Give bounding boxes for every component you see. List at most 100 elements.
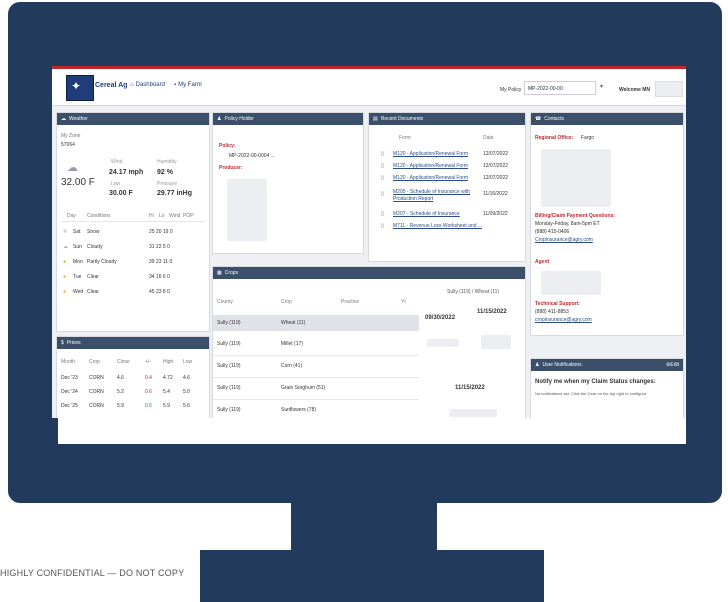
document-icon: ▯ — [381, 163, 384, 169]
document-link[interactable]: M120 - Application/Renewal Form — [393, 163, 468, 169]
prices-header-crop: Crop — [89, 359, 100, 365]
forecast-header-wind: Wind — [169, 213, 181, 219]
price-crop: CORN — [89, 389, 104, 395]
policy-holder-title: Policy Holder — [224, 116, 254, 122]
document-date: 12/07/2022 — [483, 175, 509, 181]
crop-county: Sully (119) — [217, 320, 241, 326]
redacted-value — [481, 335, 511, 349]
tech-support-email[interactable]: cropinsurance@agry.com — [535, 317, 592, 323]
phone-icon: ☎ — [535, 116, 542, 122]
policy-select[interactable]: MP-2022-00-00 — [524, 81, 596, 95]
edit-notifications-button[interactable]: ⚙Edit — [666, 359, 679, 371]
forecast-day: Tue — [73, 274, 82, 280]
grid-icon: ▦ — [217, 270, 222, 276]
cloud-icon: ☁ — [61, 116, 66, 122]
divider — [61, 221, 205, 222]
billing-email[interactable]: Cropinsurance@agry.com — [535, 237, 593, 243]
nav-my-farm[interactable]: ▪ My Farm — [174, 82, 202, 88]
cloud-icon: ☁ — [63, 244, 68, 250]
regional-office-label: Regional Office: — [535, 135, 574, 141]
divider — [213, 377, 419, 378]
forecast-header-pop: POP — [183, 213, 194, 219]
crops-detail-header: Sully (119) / Wheat (11) — [447, 289, 500, 295]
price-month: Dec '24 — [61, 389, 78, 395]
crop-row-selected[interactable] — [213, 315, 419, 331]
forecast-day: Sun — [73, 244, 82, 250]
crop-name[interactable]: Corn (41) — [281, 363, 302, 369]
price-change: 0.5 — [145, 403, 152, 409]
agent-label: Agent — [535, 259, 550, 265]
policy-value[interactable]: MP-2022-00-0004 ... — [229, 153, 275, 159]
crop-name[interactable]: Sunflowers (78) — [281, 407, 316, 413]
producer-label: Producer: — [219, 165, 243, 171]
prices-panel-header: $ Prices — [57, 337, 209, 349]
nav-dashboard[interactable]: ⌂ Dashboard — [130, 82, 165, 88]
zone-label: My Zone — [61, 133, 81, 139]
document-icon: ▯ — [381, 211, 384, 217]
notifications-body: No notifications set. Click the Gear on … — [535, 391, 648, 396]
forecast-condition: Cloudy — [87, 244, 103, 250]
prices-panel: $ Prices Month Crop Close +/- High Low De… — [56, 336, 210, 418]
billing-label: Billing/Claim Payment Questions: — [535, 213, 616, 219]
crops-header-county: County — [217, 299, 233, 305]
document-link[interactable]: M711 - Revenue Loss Worksheet and ... — [393, 223, 482, 229]
crop-name[interactable]: Grain Sorghum (51) — [281, 385, 325, 391]
crops-title: Crops — [224, 270, 239, 276]
crop-county[interactable]: Sully (119) — [217, 385, 241, 391]
sun-icon: ● — [63, 289, 67, 295]
user-menu[interactable] — [655, 81, 683, 97]
forecast-header-lo: Lo — [159, 213, 165, 219]
document-link[interactable]: M207 - Schedule of Insurance — [393, 211, 460, 217]
nav-my-farm-label: My Farm — [178, 82, 202, 88]
forecast-header-day: Day — [67, 213, 76, 219]
nav-dashboard-label: Dashboard — [135, 82, 165, 88]
policy-holder-header: ♟ Policy Holder — [213, 113, 363, 125]
logo[interactable]: ✦ — [66, 75, 94, 101]
billing-phone: (888) 415-0406 — [535, 229, 570, 235]
prices-header-close: Close — [117, 359, 130, 365]
forecast-day: Wed — [73, 289, 84, 295]
forecast-values: 45 23 8 0 — [149, 289, 170, 295]
document-link[interactable]: M205 - Schedule of Insurance with Produc… — [393, 189, 479, 203]
crop-name[interactable]: Millet (17) — [281, 341, 303, 347]
logo-icon: ✦ — [71, 79, 82, 93]
weather-panel-header: ☁ Weather — [57, 113, 209, 125]
monitor-neck — [291, 503, 437, 550]
chevron-down-icon[interactable]: ▾ — [600, 83, 603, 90]
document-link[interactable]: M120 - Application/Renewal Form — [393, 151, 468, 157]
document-icon: ▯ — [381, 191, 384, 197]
zone-value: 57064 — [61, 142, 75, 148]
screen-bottom-strip — [58, 418, 686, 444]
forecast-condition: Snow — [87, 229, 100, 235]
billing-hours: Monday-Friday, 8am-5pm ET — [535, 221, 600, 227]
crops-header-crop: Crop — [281, 299, 292, 305]
wind-value: 24.17 mph — [109, 169, 144, 176]
policy-holder-panel: ♟ Policy Holder Policy: MP-2022-00-0004 .… — [212, 112, 364, 254]
low-label: Low — [111, 181, 121, 187]
price-close: 5.2 — [117, 389, 124, 395]
document-link[interactable]: M120 - Application/Renewal Form — [393, 175, 468, 181]
forecast-condition: Partly Cloudy — [87, 259, 117, 265]
divider — [213, 399, 419, 400]
price-close: 5.9 — [117, 403, 124, 409]
weather-cloud-icon: ☁ — [67, 162, 78, 174]
divider — [213, 355, 419, 356]
price-crop: CORN — [89, 403, 104, 409]
document-icon: ▯ — [381, 223, 384, 229]
forecast-condition: Clear — [87, 289, 99, 295]
notifications-panel-header: ♟ User Notifications ⚙Edit — [531, 359, 683, 371]
policy-label: Policy: — [219, 143, 236, 149]
documents-title: Recent Documents — [380, 116, 424, 122]
folder-icon: ▤ — [373, 116, 378, 122]
document-icon: ▯ — [381, 175, 384, 181]
document-date: 11/16/2022 — [483, 191, 508, 197]
contacts-panel: ☎ Contacts Regional Office: Fargo Billing… — [530, 112, 684, 336]
crop-county[interactable]: Sully (119) — [217, 363, 241, 369]
forecast-day: Sat — [73, 229, 81, 235]
tech-support-phone: (888) 411-8853 — [535, 309, 569, 315]
crop-name: Wheat (11) — [281, 320, 306, 326]
sun-icon: ● — [63, 274, 67, 280]
crop-county[interactable]: Sully (119) — [217, 407, 241, 413]
edit-label: Edit — [670, 362, 679, 368]
crop-county[interactable]: Sully (119) — [217, 341, 241, 347]
